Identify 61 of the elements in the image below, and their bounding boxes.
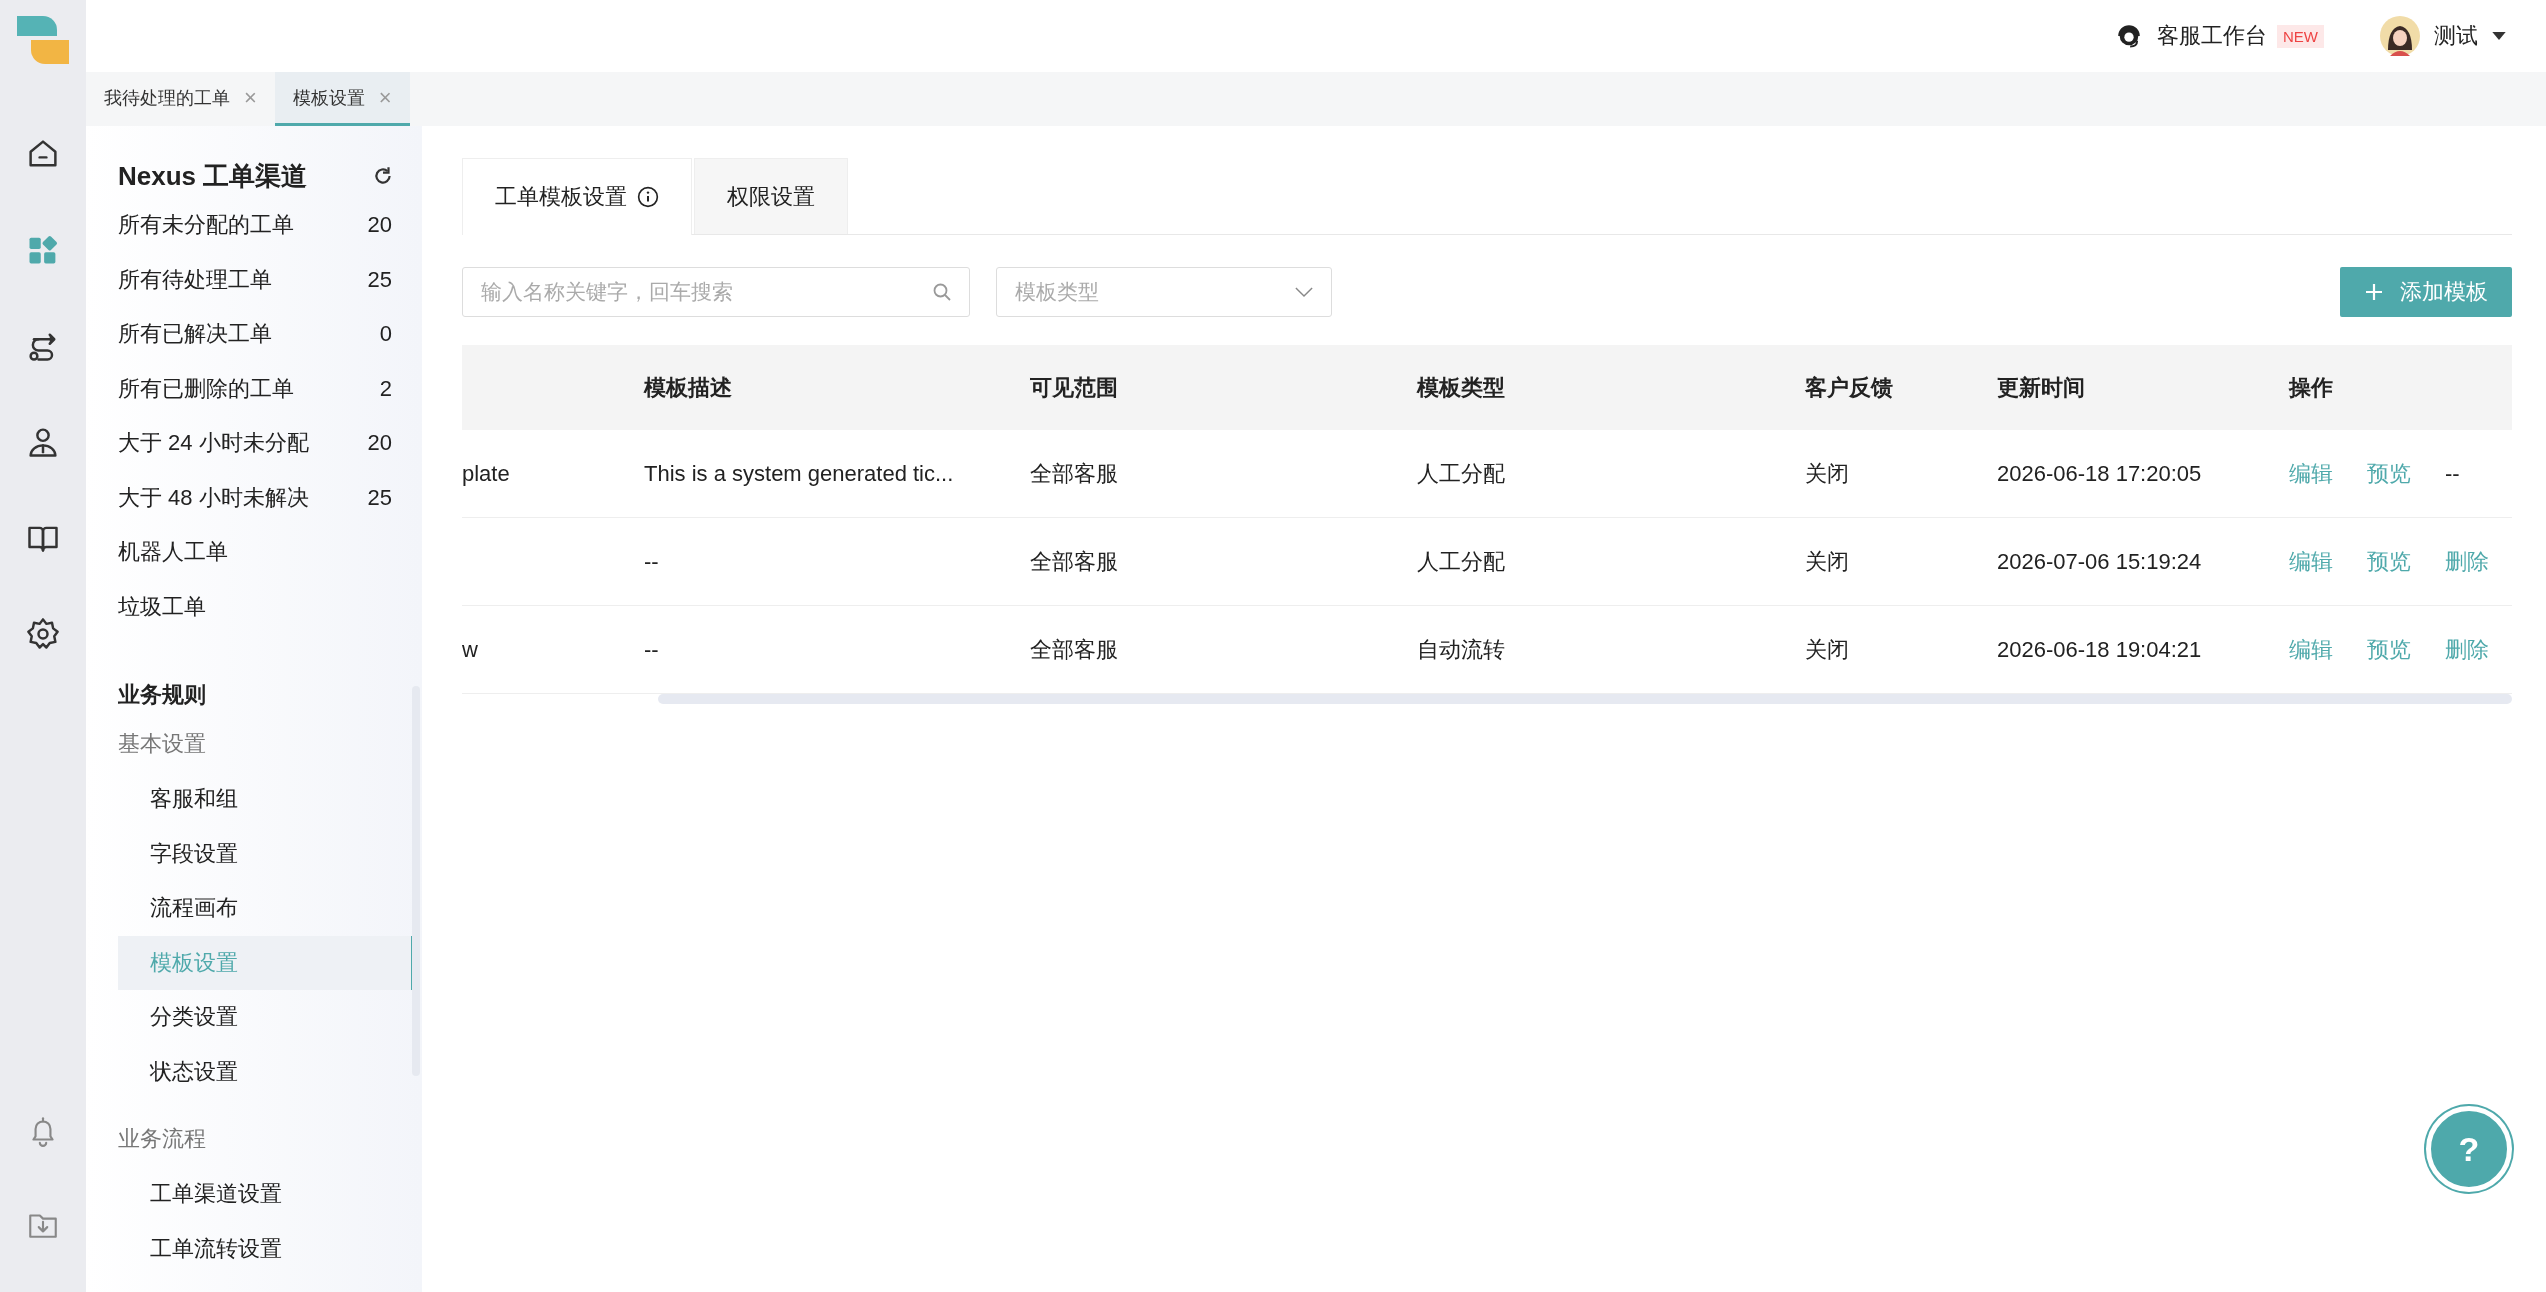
view-item[interactable]: 大于 24 小时未分配 20 [118, 416, 422, 471]
search-icon [932, 282, 952, 302]
section-heading: 业务规则 [118, 681, 207, 709]
settings-icon[interactable] [25, 616, 61, 652]
table-cell-text: 关闭 [1805, 547, 1849, 576]
table-cell-text: 全部客服 [1030, 547, 1118, 576]
new-badge: NEW [2277, 24, 2324, 48]
scrollbar[interactable] [658, 694, 2512, 704]
view-item[interactable]: 所有待处理工单 25 [118, 252, 422, 307]
table-cell: 2026-06-18 17:20:05 [1997, 460, 2202, 487]
table-cell-text: 关闭 [1805, 635, 1849, 664]
column-header: 可见范围 [1030, 373, 1119, 402]
content-tab[interactable]: 权限设置 [694, 158, 848, 234]
user-menu[interactable]: 测试 [2380, 16, 2506, 56]
scrollbar[interactable] [412, 686, 420, 1076]
table-cell: -- [2445, 460, 2460, 487]
menu-item[interactable]: 流程画布 [118, 881, 414, 936]
menu-item[interactable]: 状态设置 [118, 1044, 414, 1099]
view-item[interactable]: 机器人工单 [118, 525, 422, 580]
view-item[interactable]: 大于 48 小时未解决 25 [118, 470, 422, 525]
group-heading: 基本设置 [118, 730, 207, 758]
workbench-link[interactable]: 客服工作台 [2115, 21, 2267, 51]
table-cell: w [462, 636, 478, 663]
table-cell: This is a system generated tic... [644, 460, 954, 487]
table-cell-text: 自动流转 [1417, 635, 1505, 664]
caret-icon [2492, 32, 2506, 40]
content-tab[interactable]: 工单模板设置 [462, 158, 692, 235]
table-cell: plate [462, 460, 510, 487]
column-header: 客户反馈 [1805, 373, 1894, 402]
table-cell-text: 全部客服 [1030, 635, 1118, 664]
column-header: 模板类型 [1417, 373, 1506, 402]
menu-item[interactable]: 客服和组 [118, 772, 414, 827]
menu-item[interactable]: 分类设置 [118, 990, 414, 1045]
table-cell-text: 关闭 [1805, 459, 1849, 488]
table-cell: 2026-07-06 15:19:24 [1997, 548, 2202, 575]
table-cell: 2026-06-18 19:04:21 [1997, 636, 2202, 663]
view-item[interactable]: 所有已解决工单 0 [118, 307, 422, 362]
group-heading: 业务流程 [118, 1125, 207, 1153]
view-item[interactable]: 所有已删除的工单 2 [118, 361, 422, 416]
page-tab[interactable]: 模板设置 × [274, 72, 410, 126]
headset-icon [2115, 22, 2143, 50]
table-cell: -- [644, 548, 659, 575]
avatar-icon [2380, 16, 2420, 56]
view-item[interactable]: 所有未分配的工单 20 [118, 198, 422, 253]
menu-item[interactable]: 工单流转设置 [118, 1221, 414, 1276]
table-cell-text: 人工分配 [1417, 459, 1505, 488]
column-header: 更新时间 [1997, 373, 2086, 402]
menu-item[interactable]: 工单渠道设置 [118, 1167, 414, 1222]
menu-item[interactable]: 字段设置 [118, 826, 414, 881]
column-header: 操作 [2289, 373, 2334, 402]
table-cell-text: 人工分配 [1417, 547, 1505, 576]
chevron-icon [1295, 286, 1313, 298]
search-field[interactable]: 输入名称关键字，回车搜索 [462, 267, 970, 317]
plus-icon [2364, 282, 2384, 302]
column-header: 模板描述 [644, 373, 733, 402]
page-tab[interactable]: 我待处理的工单 × [86, 72, 275, 126]
table-cell-text: 全部客服 [1030, 459, 1118, 488]
view-item[interactable]: 垃圾工单 [118, 579, 422, 634]
table-cell: -- [644, 636, 659, 663]
refresh-icon[interactable] [372, 165, 394, 187]
sidebar-title: Nexus 工单渠道 [118, 159, 308, 193]
